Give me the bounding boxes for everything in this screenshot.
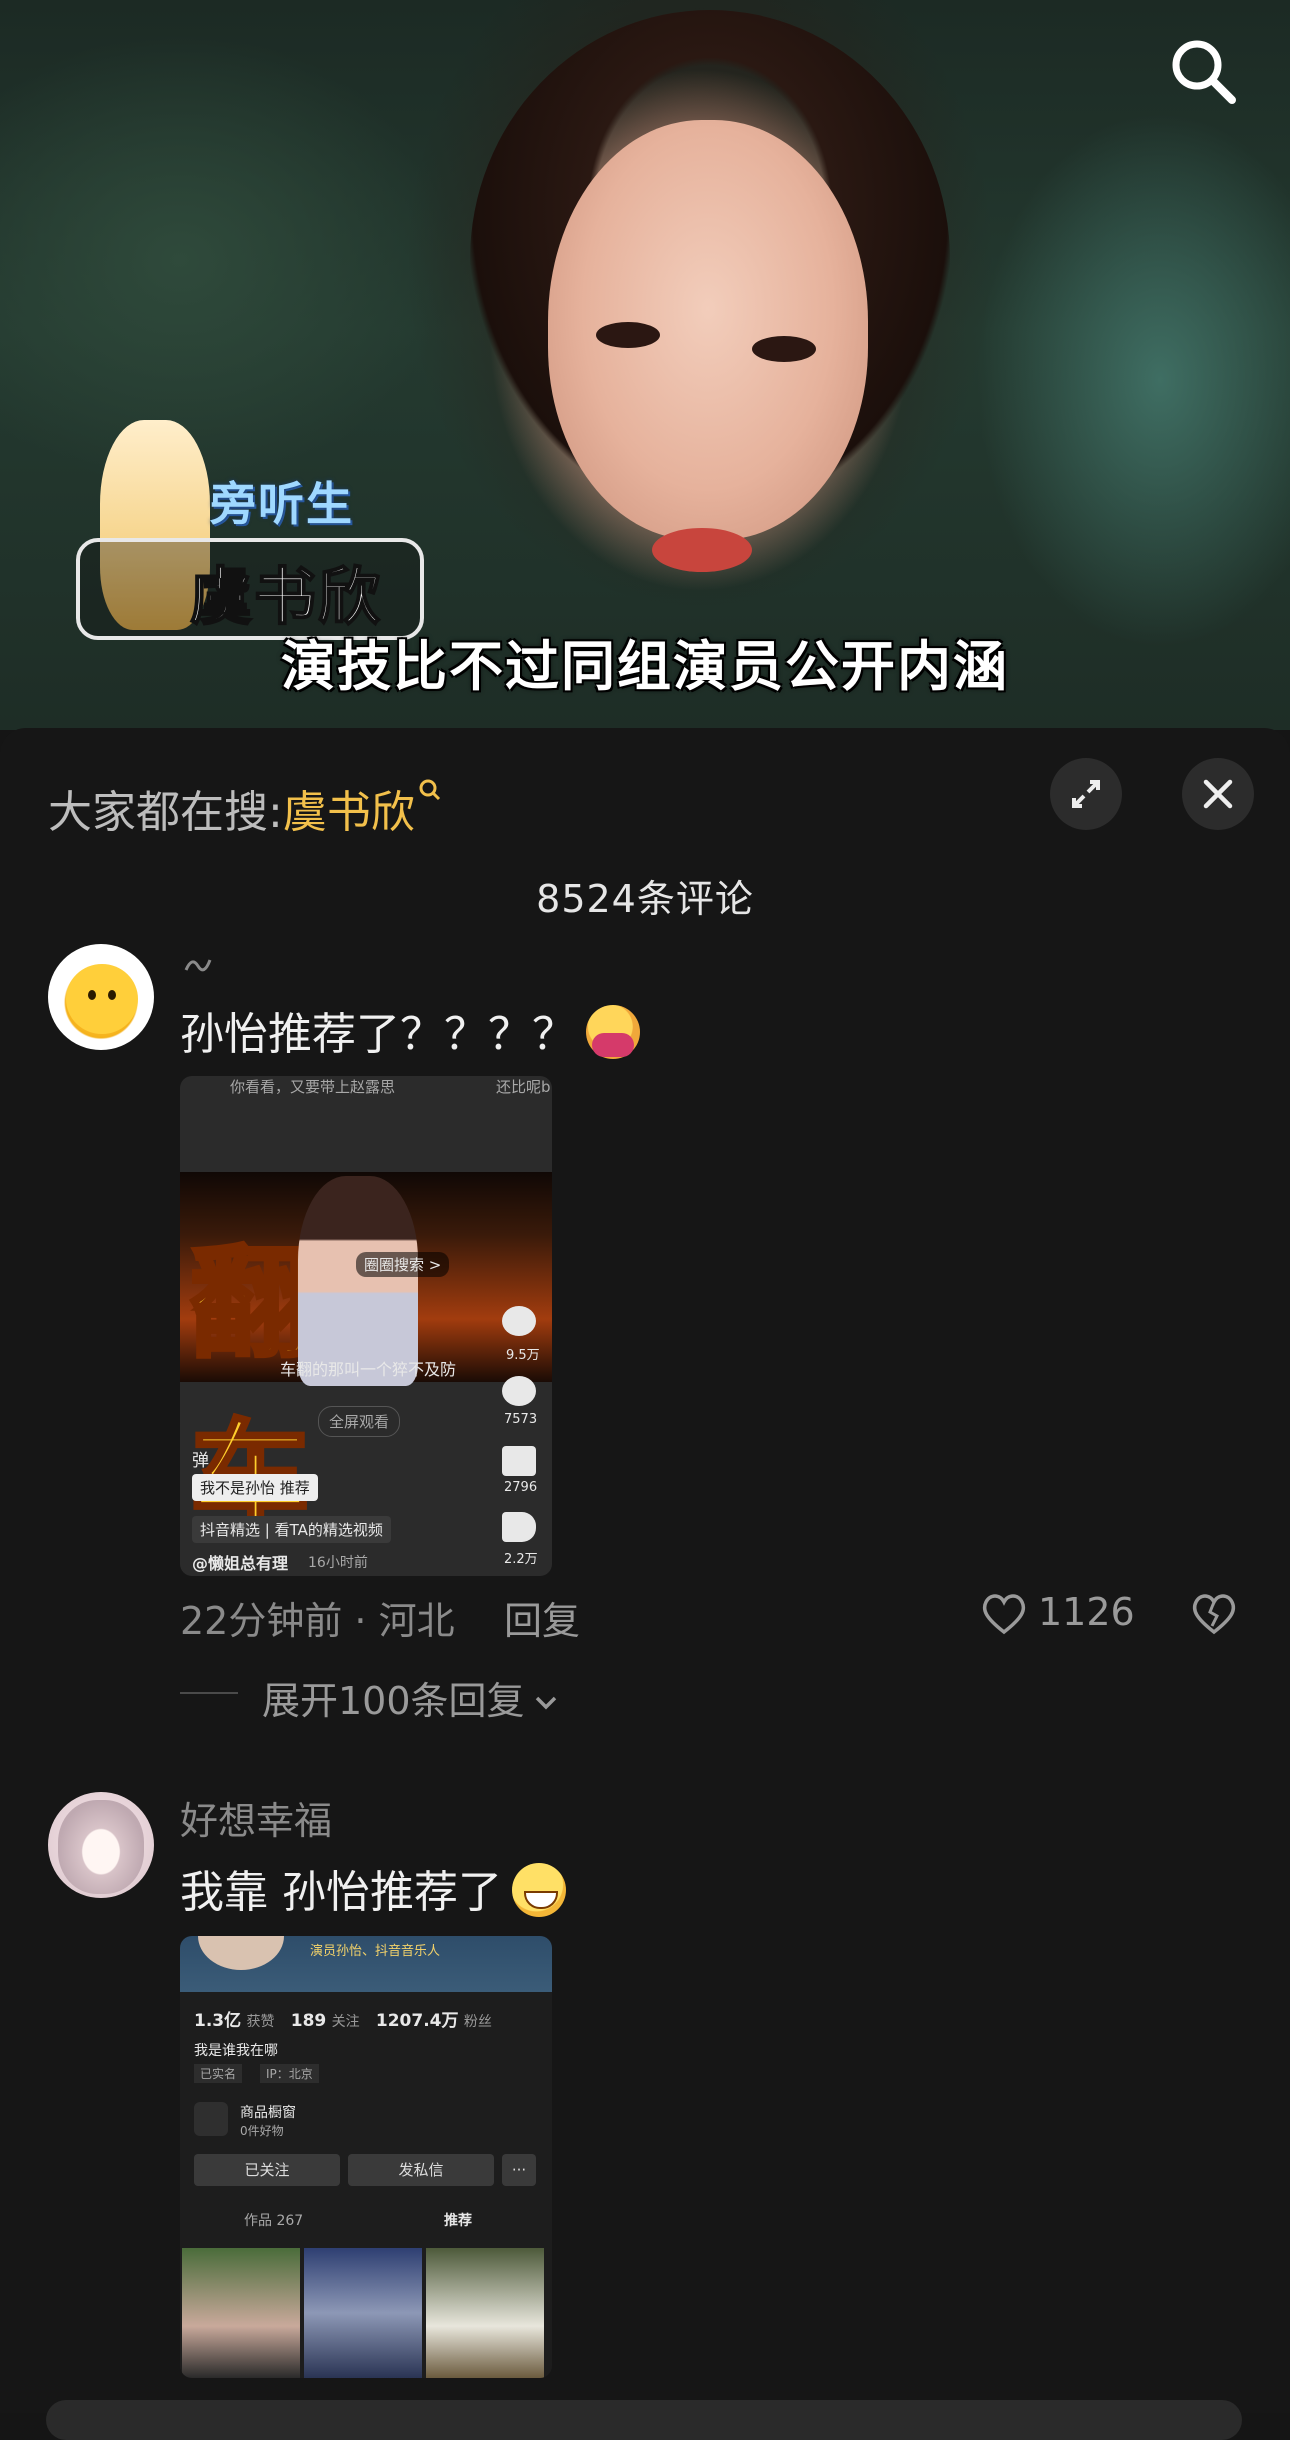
- profile-fans-count: 1207.4万: [375, 2011, 459, 2031]
- reply-button[interactable]: 回复: [504, 1590, 580, 1645]
- avatar[interactable]: [48, 944, 154, 1050]
- expand-button[interactable]: [1050, 758, 1122, 830]
- chick-avatar-icon: [66, 964, 138, 1034]
- profile-bio: 我是谁我在哪: [194, 2043, 278, 2059]
- comment-image[interactable]: 演员孙怡、抖音音乐人 1.3亿 获赞 189 关注 1207.4万 粉丝 我是谁…: [180, 1936, 552, 2378]
- image-handle-small: 弹: [192, 1451, 209, 1471]
- close-icon: [1203, 779, 1233, 809]
- image-time: 16小时前: [308, 1555, 368, 1571]
- avatar-eye-left: [88, 990, 96, 1000]
- image-recommend-tag: 我不是孙怡 推荐: [192, 1474, 318, 1501]
- image-person: [298, 1176, 418, 1386]
- comment-text-content: 孙怡推荐了？？？？: [180, 1009, 576, 1060]
- close-button[interactable]: [1182, 758, 1254, 830]
- username-glyph-icon: [184, 959, 212, 972]
- grid-thumb-1: [182, 2248, 300, 2378]
- grid-thumb-2: [304, 2248, 422, 2378]
- comment-sheet: 大家都在搜:虞书欣 8524条评论 孙怡推荐了？？？？ 你看看，又要带上赵露思 …: [0, 728, 1290, 2440]
- hugging-face-emoji-icon: [586, 1005, 640, 1059]
- comment-username[interactable]: 好想幸福: [180, 1790, 332, 1845]
- profile-tab-recommend: 推荐: [444, 2213, 472, 2229]
- trending-label: 大家都在搜:: [48, 787, 283, 838]
- profile-tab-works: 作品 267: [244, 2213, 304, 2229]
- expand-replies[interactable]: 展开100条回复: [262, 1670, 561, 1725]
- avatar-eye-right: [108, 990, 116, 1000]
- image-top-caption-left: 你看看，又要带上赵露思: [230, 1078, 396, 1096]
- profile-likes-label: 获赞: [246, 2014, 275, 2030]
- profile-verified: 演员孙怡、抖音音乐人: [310, 1944, 441, 1959]
- show-badge: 旁听生 虞书欣: [70, 420, 460, 640]
- expand-divider: [180, 1692, 238, 1694]
- comment-text: 孙怡推荐了？？？？: [180, 998, 640, 1062]
- comment-input-bar[interactable]: [46, 2400, 1242, 2440]
- anime-avatar-icon: [58, 1800, 144, 1894]
- chevron-down-icon: [535, 1696, 556, 1710]
- expand-icon: [1072, 780, 1100, 808]
- comment-side-icon: [502, 1376, 536, 1406]
- video-frame-eye-right: [752, 336, 816, 362]
- comment-count: 8524条评论: [536, 877, 754, 921]
- profile-realname-tag: 已实名: [194, 2064, 243, 2083]
- profile-stats: 1.3亿 获赞 189 关注 1207.4万 粉丝: [194, 2006, 492, 2031]
- video-frame-eye-left: [596, 322, 660, 348]
- more-button: ···: [502, 2154, 536, 2186]
- like-heart-icon[interactable]: [980, 1592, 1028, 1636]
- profile-following-count: 189: [290, 2011, 327, 2031]
- comment-text: 我靠 孙怡推荐了: [180, 1856, 566, 1920]
- video-subtitle: 演技比不过同组演员公开内涵: [281, 635, 1009, 698]
- profile-shop-title: 商品橱窗: [240, 2105, 296, 2121]
- show-badge-title: 旁听生: [210, 477, 354, 531]
- share-side-icon: [502, 1512, 536, 1542]
- comment-text-content: 我靠 孙怡推荐了: [180, 1867, 502, 1918]
- trending-search[interactable]: 大家都在搜:虞书欣: [48, 776, 443, 840]
- image-likes: 9.5万: [506, 1348, 540, 1363]
- message-button: 发私信: [348, 2154, 494, 2186]
- profile-shop-sub: 0件好物: [240, 2124, 284, 2138]
- image-top-caption-right: 还比呢b: [496, 1078, 551, 1096]
- grid-thumb-3: [426, 2248, 544, 2378]
- image-comments: 7573: [504, 1412, 538, 1427]
- grinning-face-emoji-icon: [512, 1863, 566, 1917]
- like-count: 1126: [1038, 1590, 1135, 1634]
- search-small-icon: [419, 779, 440, 801]
- image-shares: 2.2万: [504, 1552, 538, 1567]
- image-selection: 抖音精选 | 看TA的精选视频: [192, 1516, 391, 1543]
- image-favorites: 2796: [504, 1480, 538, 1495]
- profile-ip-tag: IP：北京: [260, 2064, 319, 2083]
- image-caption: 车翻的那叫一个猝不及防: [280, 1360, 457, 1379]
- trending-term[interactable]: 虞书欣: [283, 787, 415, 838]
- image-author: @懒姐总有理: [192, 1554, 289, 1573]
- profile-following-label: 关注: [331, 2014, 360, 2030]
- shop-icon: [194, 2102, 228, 2136]
- avatar[interactable]: [48, 1792, 154, 1898]
- profile-likes-count: 1.3亿: [194, 2011, 242, 2031]
- search-icon[interactable]: [1168, 36, 1238, 106]
- expand-replies-label: 展开100条回复: [262, 1679, 525, 1723]
- star-side-icon: [502, 1446, 536, 1476]
- comment-image[interactable]: 你看看，又要带上赵露思 还比呢b 翻车 圈圈搜索 > 车翻的那叫一个猝不及防 全…: [180, 1076, 552, 1576]
- dislike-broken-heart-icon[interactable]: [1190, 1592, 1238, 1636]
- comment-time-location: 22分钟前 · 河北: [180, 1599, 455, 1643]
- followed-button: 已关注: [194, 2154, 340, 2186]
- video-player[interactable]: 旁听生 虞书欣 演技比不过同组演员公开内涵: [0, 0, 1290, 730]
- profile-fans-label: 粉丝: [463, 2014, 492, 2030]
- image-circle-search: 圈圈搜索 >: [356, 1252, 450, 1277]
- video-frame-face: [548, 120, 868, 540]
- image-fullscreen: 全屏观看: [318, 1406, 401, 1437]
- video-frame-lips: [652, 528, 752, 572]
- heart-side-icon: [502, 1306, 536, 1336]
